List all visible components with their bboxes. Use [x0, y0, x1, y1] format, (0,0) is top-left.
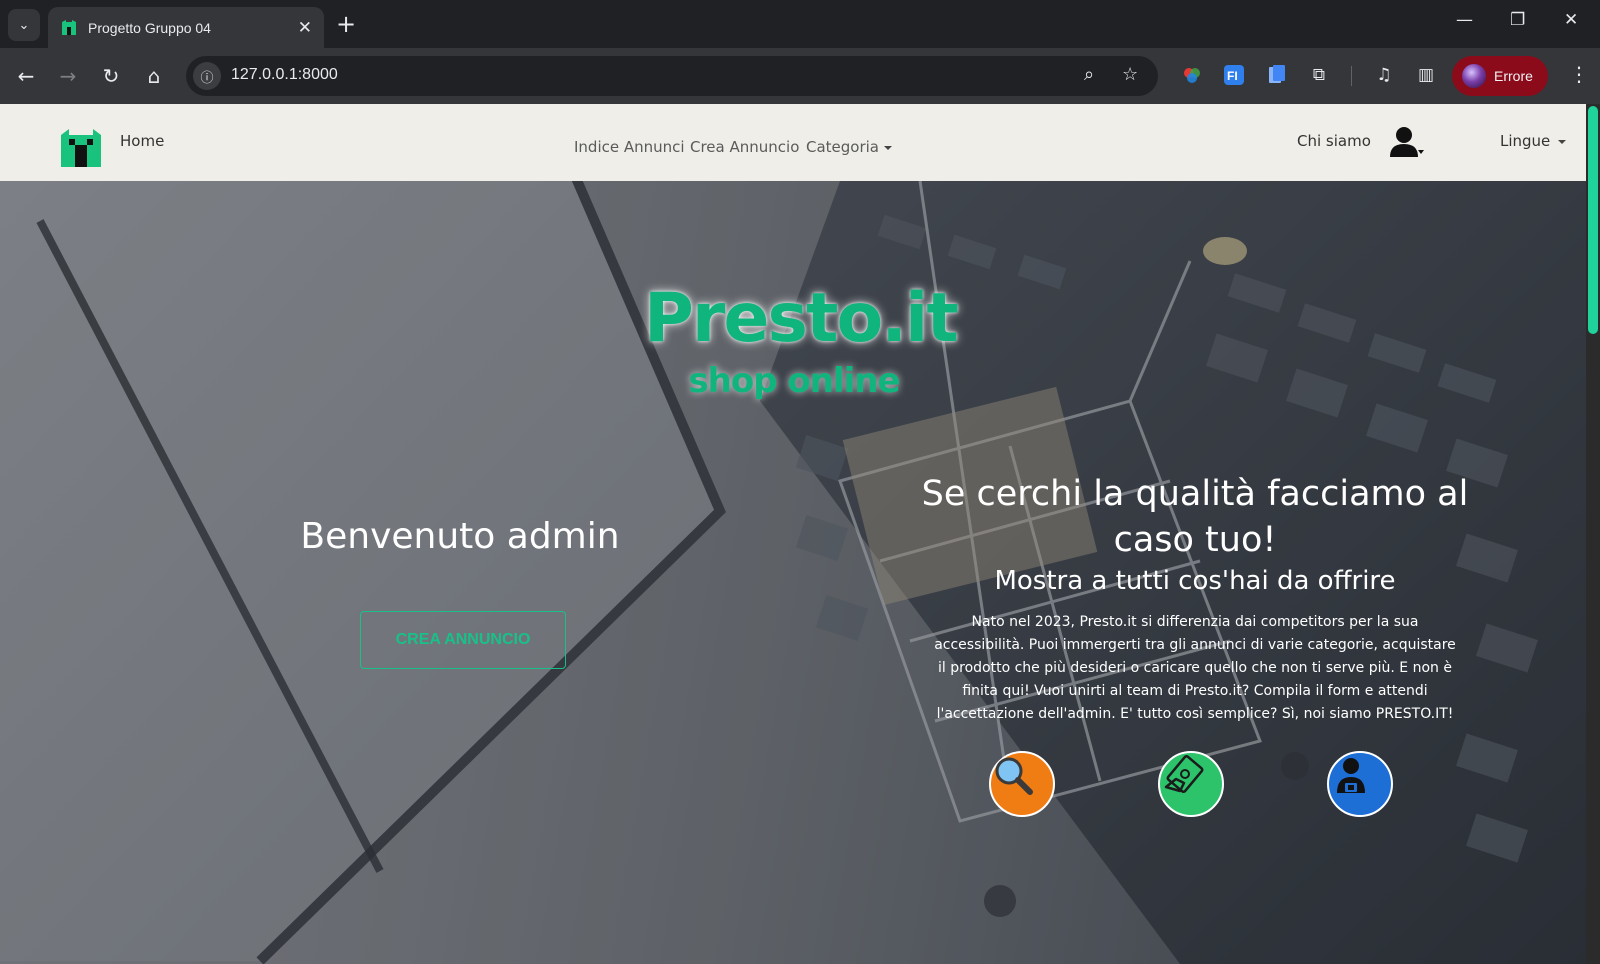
restore-icon[interactable]: ❐: [1510, 10, 1525, 30]
nav-home-link[interactable]: Home: [120, 132, 164, 150]
url-text[interactable]: 127.0.0.1:8000: [231, 66, 338, 84]
site-info-icon[interactable]: ⓘ: [193, 62, 221, 90]
user-account-icon[interactable]: [1390, 126, 1424, 160]
sub-headline: Mostra a tutti cos'hai da offrire: [994, 566, 1396, 596]
nav-about-link[interactable]: Chi siamo: [1297, 132, 1371, 150]
bookmark-star-icon[interactable]: ☆: [1122, 64, 1138, 85]
chevron-down-icon: [884, 145, 893, 150]
svg-text:FI: FI: [1227, 69, 1238, 83]
user-lock-icon: [1337, 758, 1365, 793]
window-close-icon[interactable]: ✕: [1564, 10, 1578, 30]
site-navbar: Home Indice Annunci Crea Annuncio Catego…: [0, 104, 1586, 181]
minimize-icon[interactable]: —: [1456, 10, 1473, 30]
brand-title: Presto.it: [644, 279, 959, 358]
fi-extension-icon[interactable]: FI: [1222, 63, 1246, 87]
side-panel-icon[interactable]: ▥: [1414, 63, 1438, 87]
tab-close-icon[interactable]: ✕: [298, 18, 312, 38]
color-picker-extension-icon[interactable]: [1180, 63, 1204, 87]
tab-title: Progetto Gruppo 04: [88, 19, 211, 36]
search-icon: [995, 757, 1033, 795]
handshake-money-icon: [1164, 755, 1204, 793]
browser-toolbar: ← → ↻ ⌂ ⓘ 127.0.0.1:8000 ⌕ ☆ FI ⧉ ♫ ▥ Er…: [0, 48, 1600, 104]
brand-subtitle: shop online: [688, 361, 900, 401]
tab-search-button[interactable]: ⌄: [8, 9, 40, 41]
browser-tab-bar: ⌄ Progetto Gruppo 04 ✕ + — ❐ ✕: [0, 0, 1600, 48]
browser-tab[interactable]: Progetto Gruppo 04 ✕: [48, 7, 324, 48]
about-paragraph: Nato nel 2023, Presto.it si differenzia …: [934, 614, 1456, 722]
nav-category-label: Categoria: [806, 138, 880, 156]
reload-icon[interactable]: ↻: [95, 60, 127, 92]
create-listing-button[interactable]: CREA ANNUNCIO: [360, 611, 566, 669]
presto-logo-icon[interactable]: [59, 127, 103, 167]
scrollbar-thumb[interactable]: [1588, 106, 1598, 334]
nav-languages-label: Lingue: [1500, 132, 1551, 150]
extensions-puzzle-icon[interactable]: ⧉: [1307, 63, 1331, 87]
chevron-down-icon: [1558, 139, 1567, 144]
profile-button[interactable]: Errore: [1452, 56, 1548, 96]
welcome-heading: Benvenuto admin: [300, 516, 620, 557]
browser-menu-icon[interactable]: ⋮: [1569, 62, 1589, 86]
docs-extension-icon[interactable]: [1265, 63, 1289, 87]
toolbar-separator: [1351, 66, 1352, 86]
quality-headline: Se cerchi la qualità facciamo al caso tu…: [921, 474, 1469, 560]
forward-icon[interactable]: →: [52, 60, 84, 92]
nav-index-link[interactable]: Indice Annunci: [574, 138, 685, 156]
profile-avatar: [1462, 64, 1486, 88]
page-scrollbar[interactable]: [1586, 104, 1600, 964]
feature-search[interactable]: [989, 751, 1055, 817]
address-bar[interactable]: ⓘ 127.0.0.1:8000 ⌕ ☆: [186, 56, 1158, 96]
feature-join-team[interactable]: [1327, 751, 1393, 817]
site-favicon-icon: [62, 19, 76, 35]
media-controls-icon[interactable]: ♫: [1372, 63, 1396, 87]
hero-section: Presto.it shop online Benvenuto admin CR…: [0, 181, 1586, 964]
zoom-icon[interactable]: ⌕: [1084, 64, 1094, 85]
nav-category-dropdown[interactable]: Categoria: [806, 138, 893, 156]
profile-label: Errore: [1494, 68, 1533, 84]
page-viewport: Presto.it shop online Benvenuto admin CR…: [0, 104, 1600, 964]
new-tab-button[interactable]: +: [336, 11, 356, 37]
nav-create-link[interactable]: Crea Annuncio: [690, 138, 799, 156]
back-icon[interactable]: ←: [10, 60, 42, 92]
nav-languages-dropdown[interactable]: Lingue: [1500, 132, 1567, 150]
home-icon[interactable]: ⌂: [138, 60, 170, 92]
feature-sell[interactable]: [1158, 751, 1224, 817]
